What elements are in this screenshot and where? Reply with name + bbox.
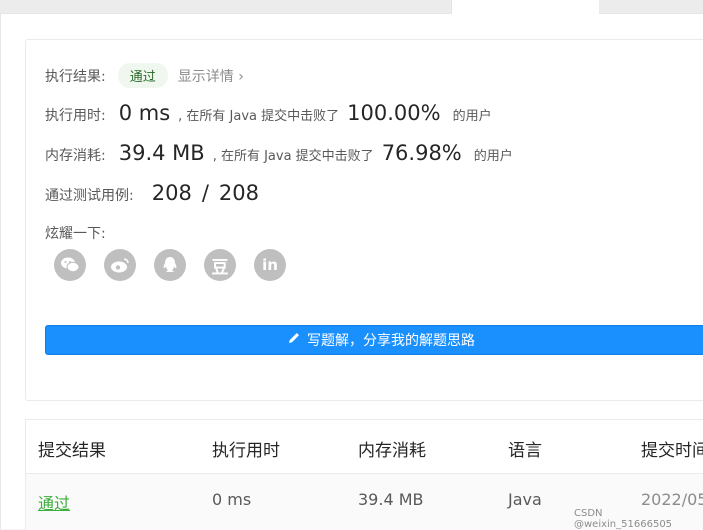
qq-icon[interactable] bbox=[154, 249, 186, 281]
tests-total: 208 bbox=[218, 181, 259, 205]
share-label: 炫耀一下: bbox=[45, 226, 106, 242]
tab-other[interactable] bbox=[599, 0, 703, 14]
pencil-icon bbox=[287, 331, 301, 349]
header-runtime: 执行用时 bbox=[212, 441, 280, 461]
memory-percent: 76.98% bbox=[381, 141, 462, 165]
memory-label: 内存消耗: bbox=[45, 148, 106, 164]
row-runtime: 0 ms bbox=[212, 490, 252, 509]
runtime-text: , 在所有 Java 提交中击败了 bbox=[178, 109, 340, 124]
tab-bar bbox=[0, 0, 703, 14]
row-time: 2022/05 bbox=[641, 490, 703, 509]
tests-row: 通过测试用例: 208 / 208 bbox=[45, 181, 259, 205]
tests-separator: / bbox=[201, 181, 209, 205]
show-details-label: 显示详情 bbox=[177, 69, 234, 85]
weibo-icon[interactable] bbox=[104, 249, 136, 281]
header-time: 提交时间 bbox=[641, 441, 703, 461]
tests-label: 通过测试用例: bbox=[45, 188, 134, 204]
runtime-suffix: 的用户 bbox=[452, 109, 492, 124]
table-header: 提交结果 执行用时 内存消耗 语言 提交时间 bbox=[26, 420, 703, 474]
wechat-icon[interactable] bbox=[54, 249, 86, 281]
write-solution-button[interactable]: 写题解，分享我的解题思路 bbox=[45, 325, 703, 355]
runtime-label: 执行用时: bbox=[45, 108, 106, 124]
tab-submission-active[interactable] bbox=[451, 0, 600, 14]
header-status: 提交结果 bbox=[38, 441, 106, 461]
header-memory: 内存消耗 bbox=[358, 441, 426, 461]
row-language: Java bbox=[508, 490, 542, 509]
status-row: 执行结果: 通过 显示详情 › bbox=[45, 63, 244, 88]
memory-value: 39.4 MB bbox=[118, 141, 205, 165]
memory-row: 内存消耗: 39.4 MB , 在所有 Java 提交中击败了 76.98% 的… bbox=[45, 141, 513, 165]
chevron-right-icon: › bbox=[238, 69, 244, 85]
write-solution-label: 写题解，分享我的解题思路 bbox=[307, 333, 475, 349]
row-memory: 39.4 MB bbox=[358, 490, 424, 509]
memory-text: , 在所有 Java 提交中击败了 bbox=[212, 149, 374, 164]
header-language: 语言 bbox=[508, 441, 542, 461]
show-details-link[interactable]: 显示详情 › bbox=[178, 66, 244, 86]
runtime-percent: 100.00% bbox=[347, 101, 441, 125]
share-icons: 豆 in bbox=[54, 249, 286, 281]
tests-passed: 208 bbox=[151, 181, 192, 205]
status-label: 执行结果: bbox=[45, 69, 106, 85]
runtime-value: 0 ms bbox=[118, 101, 171, 125]
share-row: 炫耀一下: bbox=[45, 223, 106, 243]
watermark: CSDN @weixin_51666505 bbox=[574, 508, 673, 530]
douban-icon[interactable]: 豆 bbox=[204, 249, 236, 281]
row-status-link[interactable]: 通过 bbox=[38, 490, 70, 514]
linkedin-icon[interactable]: in bbox=[254, 249, 286, 281]
memory-suffix: 的用户 bbox=[473, 149, 513, 164]
runtime-row: 执行用时: 0 ms , 在所有 Java 提交中击败了 100.00% 的用户 bbox=[45, 101, 492, 125]
result-card: 执行结果: 通过 显示详情 › 执行用时: 0 ms , 在所有 Java 提交… bbox=[25, 39, 703, 401]
tab-description[interactable] bbox=[0, 0, 450, 14]
status-badge: 通过 bbox=[117, 63, 168, 88]
